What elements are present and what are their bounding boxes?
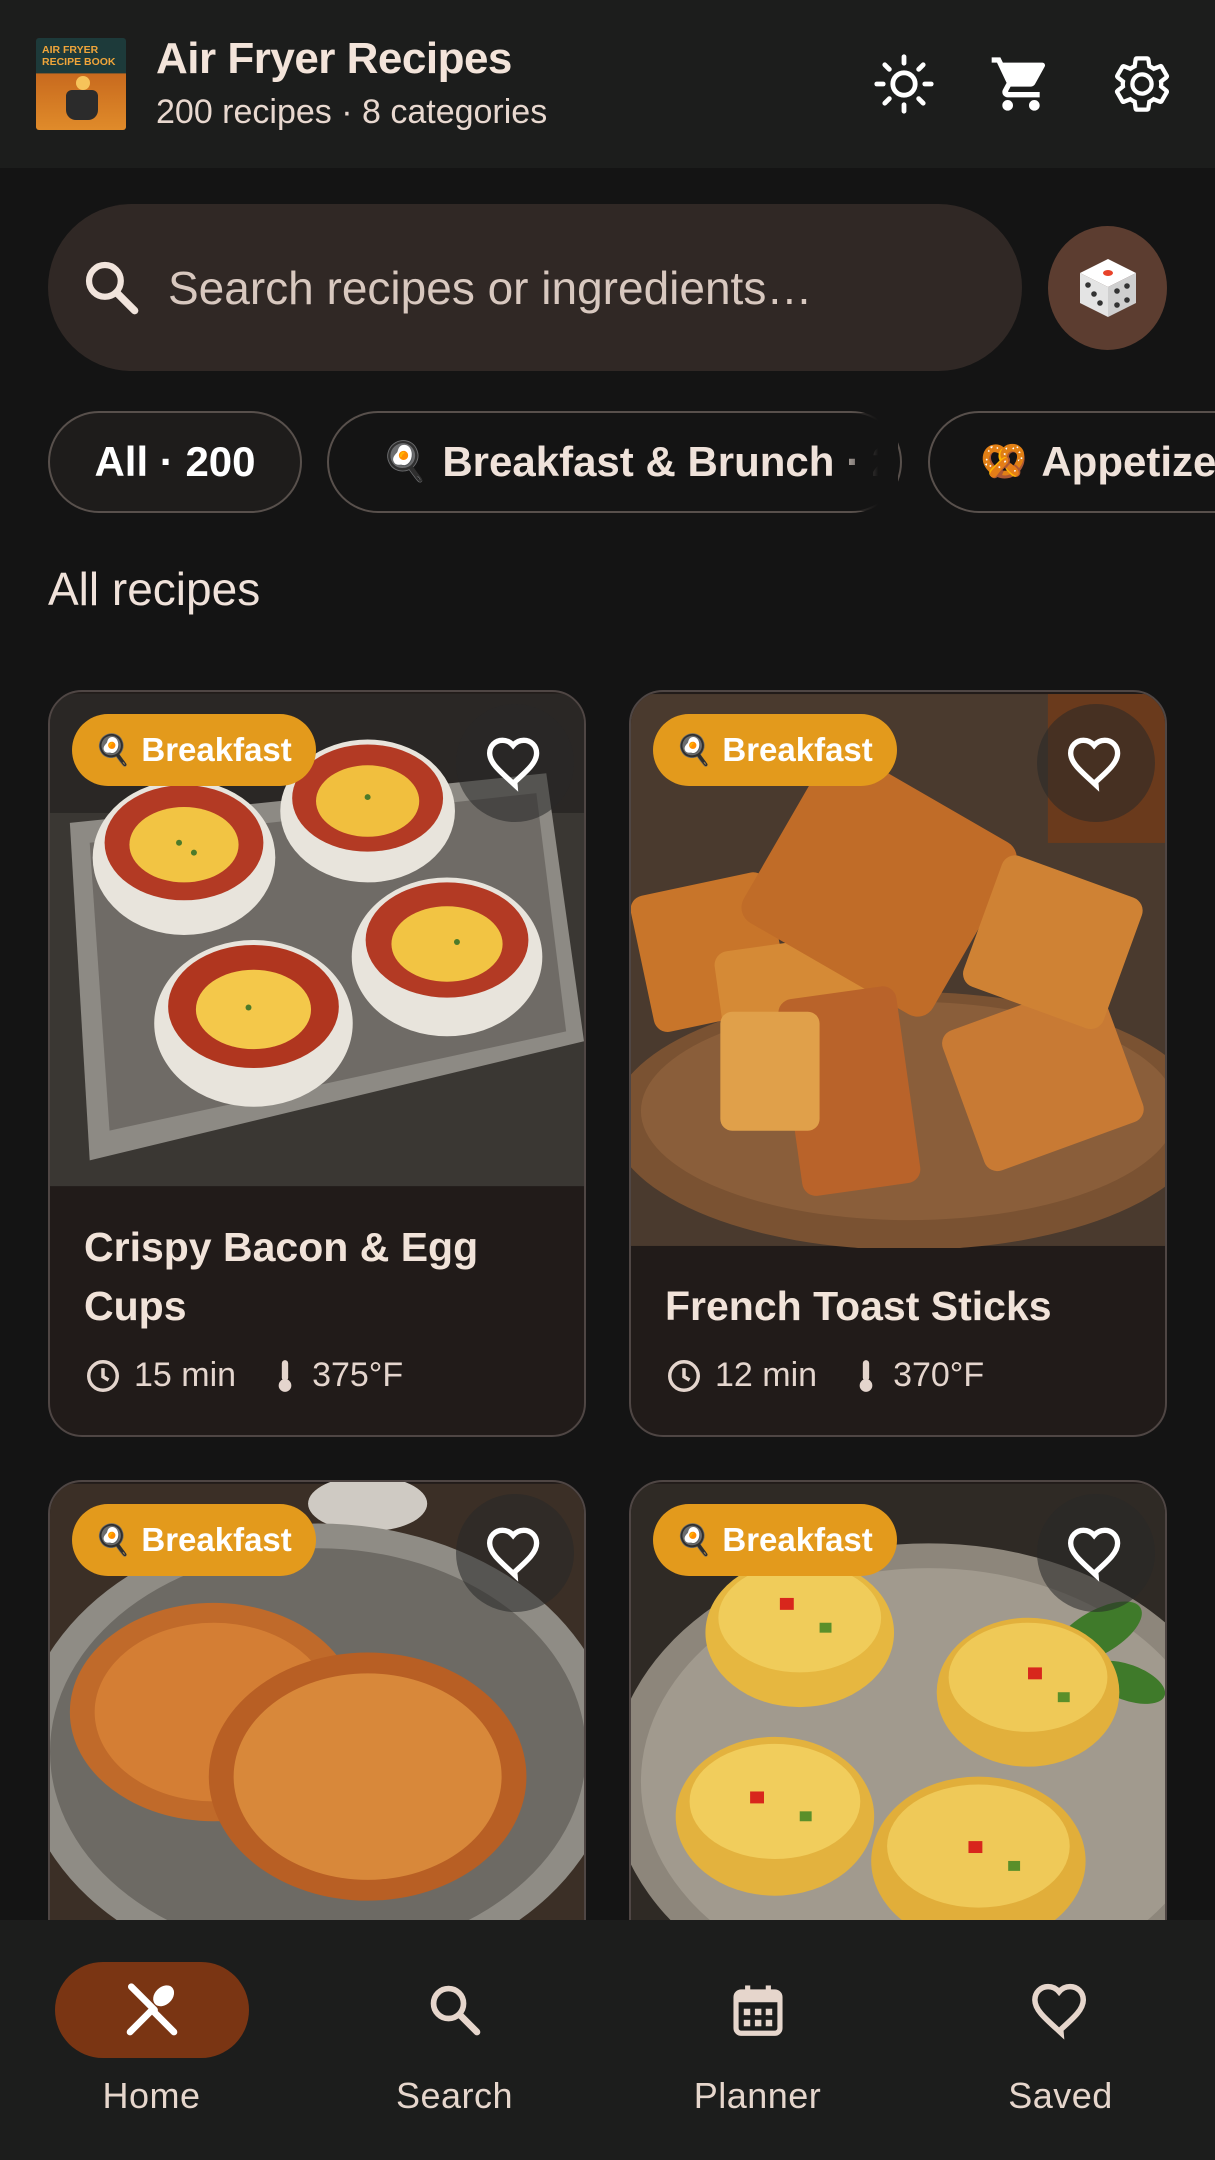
sun-icon: [874, 54, 934, 114]
category-badge: 🍳 Breakfast: [653, 1504, 897, 1576]
dice-icon: [1079, 259, 1136, 317]
theme-toggle-button[interactable]: [868, 48, 940, 120]
favorite-button[interactable]: [456, 704, 574, 822]
recipe-meta: 12 min 370°F: [665, 1356, 984, 1395]
chip-label: Breakfast & Brunch · 2: [442, 438, 896, 485]
heart-icon: [1067, 1527, 1121, 1582]
nav-search[interactable]: Search: [303, 1920, 606, 2160]
nav-planner[interactable]: Planner: [606, 1920, 909, 2160]
app-bar: AIR FRYER RECIPE BOOK Air Fryer Recipes …: [0, 0, 1215, 168]
cook-temp: 370°F: [893, 1356, 985, 1394]
frying-pan-icon: 🍳: [381, 441, 429, 483]
recipe-name: Crispy Bacon & Egg Cups: [84, 1224, 479, 1329]
pretzel-icon: 🥨: [980, 441, 1028, 483]
cart-icon: [991, 57, 1046, 111]
favorite-button[interactable]: [1037, 1494, 1155, 1612]
calendar-icon: [733, 1985, 783, 2036]
thermometer-icon: [278, 1359, 292, 1392]
cook-time: 15 min: [134, 1356, 237, 1394]
gear-icon: [1114, 56, 1170, 112]
cook-temp: 375°F: [312, 1356, 404, 1394]
frying-pan-icon: 🍳: [94, 733, 132, 767]
chip-label: Appetizer: [1041, 438, 1215, 485]
search-bar[interactable]: [48, 204, 1022, 371]
category-badge: 🍳 Breakfast: [72, 1504, 316, 1576]
recipe-card[interactable]: 🍳 Breakfast Crispy Bacon & Egg Cups 15 m…: [48, 690, 586, 1437]
app-title: Air Fryer Recipes: [156, 34, 512, 83]
bottom-nav: Home Search Planner Saved: [0, 1920, 1215, 2160]
badge-label: Breakfast: [141, 731, 292, 768]
thermometer-icon: [859, 1359, 873, 1392]
nav-home-indicator: [55, 1962, 249, 2058]
heart-icon: [486, 737, 540, 792]
badge-label: Breakfast: [722, 1521, 873, 1558]
recipe-name: French Toast Sticks: [665, 1283, 1052, 1329]
recipe-meta: 15 min 375°F: [84, 1356, 403, 1395]
category-badge: 🍳 Breakfast: [653, 714, 897, 786]
recipe-card[interactable]: 🍳 Breakfast French Toast Sticks 12 min 3…: [629, 690, 1167, 1437]
nav-saved[interactable]: Saved: [909, 1920, 1212, 2160]
clock-icon: [668, 1359, 700, 1392]
category-badge: 🍳 Breakfast: [72, 714, 316, 786]
clock-icon: [87, 1359, 119, 1392]
recipe-card[interactable]: 🍳 Breakfast: [48, 1480, 586, 1960]
frying-pan-icon: 🍳: [94, 1523, 132, 1557]
heart-icon: [486, 1527, 540, 1582]
settings-button[interactable]: [1106, 48, 1178, 120]
heart-icon: [1032, 1983, 1087, 2040]
favorite-button[interactable]: [456, 1494, 574, 1612]
app-subtitle: 200 recipes · 8 categories: [156, 93, 548, 131]
chip-appetizers[interactable]: 🥨 Appetizer: [928, 411, 1215, 513]
search-input[interactable]: [168, 244, 988, 332]
nav-label: Home: [102, 2075, 201, 2116]
search-icon: [430, 1985, 481, 2036]
utensils-icon: [126, 1983, 178, 2036]
chip-label: All · 200: [94, 438, 256, 485]
nav-home[interactable]: Home: [0, 1920, 303, 2160]
random-recipe-button[interactable]: [1048, 226, 1167, 350]
chip-breakfast-brunch[interactable]: 🍳 Breakfast & Brunch · 2: [327, 411, 902, 513]
recipe-card[interactable]: 🍳 Breakfast: [629, 1480, 1167, 1960]
section-title: All recipes: [48, 563, 261, 615]
search-icon: [85, 261, 139, 315]
heart-icon: [1067, 737, 1121, 792]
nav-label: Search: [395, 2075, 514, 2116]
frying-pan-icon: 🍳: [675, 1523, 713, 1557]
logo-text: AIR FRYER RECIPE BOOK: [42, 44, 116, 68]
badge-label: Breakfast: [722, 731, 873, 768]
cart-button[interactable]: [985, 48, 1057, 120]
nav-label: Saved: [1008, 2075, 1113, 2116]
chip-all[interactable]: All · 200: [48, 411, 302, 513]
category-chips: All · 200 🍳 Breakfast & Brunch · 2 🥨 App…: [48, 411, 1215, 514]
app-logo: AIR FRYER RECIPE BOOK: [36, 38, 126, 130]
frying-pan-icon: 🍳: [675, 733, 713, 767]
favorite-button[interactable]: [1037, 704, 1155, 822]
nav-label: Planner: [693, 2075, 822, 2116]
cook-time: 12 min: [715, 1356, 818, 1394]
badge-label: Breakfast: [141, 1521, 292, 1558]
